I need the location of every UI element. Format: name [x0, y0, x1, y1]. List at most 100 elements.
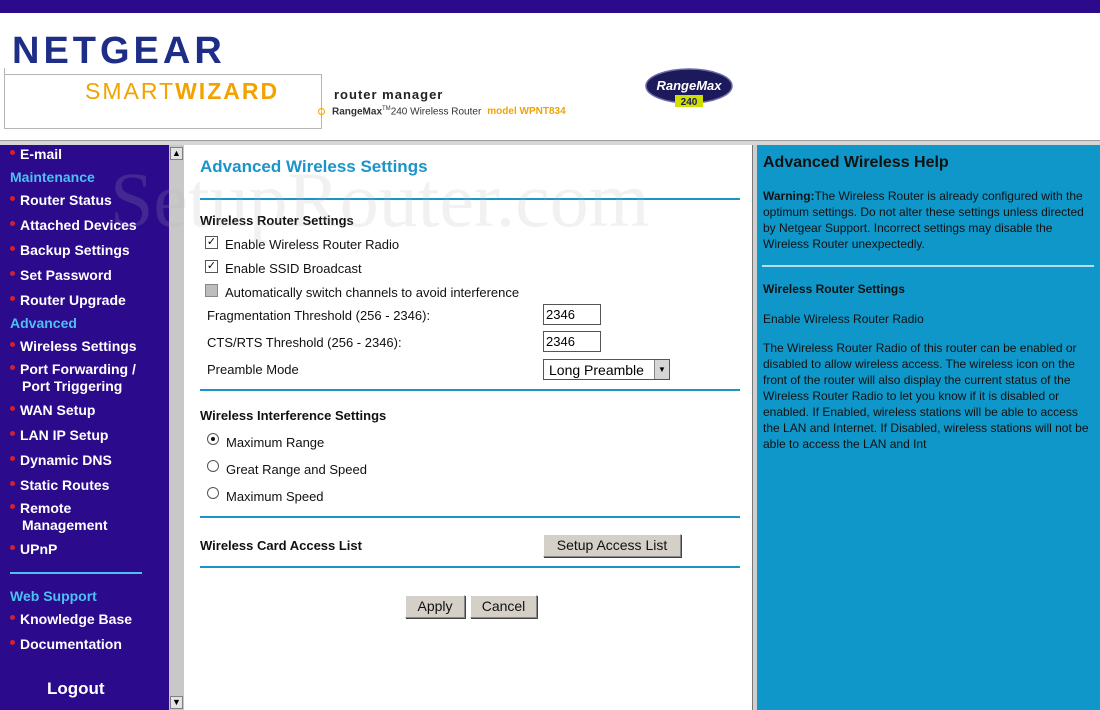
sidebar-divider	[10, 572, 142, 574]
bullet-icon	[10, 341, 15, 347]
access-list-title: Wireless Card Access List	[200, 538, 362, 553]
smart-text: SMART	[85, 78, 176, 104]
trademark-mark: TM	[382, 106, 391, 112]
top-bar	[0, 0, 1100, 13]
bullet-icon	[318, 108, 325, 116]
sidebar-item-remote-management[interactable]: Remote Management	[10, 500, 108, 534]
chevron-down-icon[interactable]: ▼	[654, 360, 669, 379]
product-title: router manager	[334, 87, 444, 102]
badge-number: 240	[681, 97, 698, 108]
logo-frame	[4, 74, 322, 75]
maximum-speed-radio[interactable]	[207, 487, 219, 499]
sidebar-item-label: Dynamic DNS	[20, 452, 112, 468]
frag-threshold-label: Fragmentation Threshold (256 - 2346):	[207, 308, 431, 323]
cancel-button[interactable]: Cancel	[470, 595, 537, 618]
auto-channel-label: Automatically switch channels to avoid i…	[225, 285, 520, 300]
sidebar-item-documentation[interactable]: Documentation	[10, 636, 122, 652]
logo-frame	[4, 68, 5, 129]
section-title-router-settings: Wireless Router Settings	[200, 213, 354, 228]
sidebar-item-label: Port Forwarding /	[20, 361, 136, 377]
product-model-line: RangeMaxTM240 Wireless Router model WPNT8…	[318, 106, 566, 117]
netgear-logo: NETGEAR	[12, 30, 226, 72]
great-range-speed-radio[interactable]	[207, 460, 219, 472]
enable-radio-label: Enable Wireless Router Radio	[225, 237, 400, 252]
wizard-text: WIZARD	[175, 78, 280, 104]
sidebar-item-wan-setup[interactable]: WAN Setup	[10, 402, 95, 418]
sidebar-item-label: UPnP	[20, 541, 58, 557]
scroll-up-arrow-icon[interactable]: ▲	[170, 147, 183, 160]
scroll-down-arrow-icon[interactable]: ▼	[170, 696, 183, 709]
sidebar-item-label: Wireless Settings	[20, 338, 137, 354]
sidebar-item-label: Remote	[20, 500, 72, 516]
product-name-rest: 240 Wireless Router	[390, 106, 482, 118]
enable-radio-checkbox[interactable]: ✓	[205, 236, 218, 249]
sidebar-item-router-upgrade[interactable]: Router Upgrade	[10, 292, 126, 308]
maximum-range-radio[interactable]	[207, 433, 219, 445]
sidebar-item-attached-devices[interactable]: Attached Devices	[10, 217, 137, 233]
bullet-icon	[10, 480, 15, 486]
bullet-icon	[10, 245, 15, 251]
enable-ssid-checkbox[interactable]: ✓	[205, 260, 218, 273]
sidebar-item-label: WAN Setup	[20, 402, 96, 418]
sidebar-item-label: Backup Settings	[20, 242, 130, 258]
sidebar-heading-maintenance: Maintenance	[10, 169, 95, 185]
bullet-icon	[10, 639, 15, 645]
cts-threshold-label: CTS/RTS Threshold (256 - 2346):	[207, 335, 402, 350]
cts-threshold-input[interactable]: 2346	[543, 331, 601, 352]
auto-channel-checkbox[interactable]	[205, 284, 218, 297]
logo-frame	[4, 128, 322, 129]
main-content	[184, 145, 752, 710]
bullet-icon	[10, 430, 15, 436]
sidebar-item-lan-ip-setup[interactable]: LAN IP Setup	[10, 427, 108, 443]
sidebar-item-label: Set Password	[20, 267, 112, 283]
sidebar-item-label: E-mail	[20, 146, 63, 162]
sidebar-heading-advanced: Advanced	[10, 315, 77, 331]
section-divider	[200, 198, 740, 200]
sidebar-item-static-routes[interactable]: Static Routes	[10, 477, 109, 493]
sidebar-item-label: Attached Devices	[20, 217, 137, 233]
sidebar-item-label: Static Routes	[20, 477, 110, 493]
sidebar-item-set-password[interactable]: Set Password	[10, 267, 112, 283]
bullet-icon	[10, 270, 15, 276]
smartwizard-logo: SMARTWIZARD	[85, 78, 279, 105]
sidebar-item-wireless-settings[interactable]: Wireless Settings	[10, 338, 137, 354]
sidebar-item-label: LAN IP Setup	[20, 427, 109, 443]
page-title: Advanced Wireless Settings	[200, 157, 428, 176]
sidebar-item-port-forwarding[interactable]: Port Forwarding / Port Triggering	[10, 361, 136, 395]
bullet-icon	[10, 149, 15, 155]
bullet-icon	[10, 195, 15, 201]
sidebar-item-email[interactable]: E-mail	[10, 146, 62, 162]
sidebar-scrollbar[interactable]	[169, 145, 184, 710]
bullet-icon	[10, 544, 15, 550]
preamble-mode-value: Long Preamble	[549, 362, 644, 378]
bullet-icon	[10, 455, 15, 461]
setup-access-list-button[interactable]: Setup Access List	[543, 534, 681, 557]
apply-button[interactable]: Apply	[405, 595, 465, 618]
enable-ssid-label: Enable SSID Broadcast	[225, 261, 362, 276]
product-name-bold: RangeMax	[332, 106, 383, 118]
section-title-interference: Wireless Interference Settings	[200, 408, 387, 423]
sidebar-item-router-status[interactable]: Router Status	[10, 192, 112, 208]
sidebar-item-knowledge-base[interactable]: Knowledge Base	[10, 611, 132, 627]
sidebar-item-dynamic-dns[interactable]: Dynamic DNS	[10, 452, 112, 468]
sidebar-item-upnp[interactable]: UPnP	[10, 541, 57, 557]
maximum-speed-label: Maximum Speed	[226, 489, 324, 504]
bullet-icon	[10, 405, 15, 411]
model-label: model WPNT834	[487, 106, 566, 118]
section-divider	[200, 516, 740, 518]
sidebar-item-label: Router Status	[20, 192, 112, 208]
sidebar-item-label-line2: Port Triggering	[22, 378, 123, 394]
sidebar-heading-web-support: Web Support	[10, 588, 97, 604]
logout-link[interactable]: Logout	[47, 679, 105, 699]
bullet-icon	[10, 364, 15, 370]
preamble-mode-label: Preamble Mode	[207, 362, 299, 377]
help-body: The Wireless Router Radio of this router…	[763, 341, 1089, 451]
sidebar-item-backup-settings[interactable]: Backup Settings	[10, 242, 130, 258]
bullet-icon	[10, 220, 15, 226]
maximum-range-label: Maximum Range	[226, 435, 325, 450]
preamble-mode-select[interactable]: Long Preamble ▼	[543, 359, 670, 380]
frag-threshold-input[interactable]: 2346	[543, 304, 601, 325]
bullet-icon	[10, 295, 15, 301]
help-subtitle: Wireless Router Settings	[763, 282, 905, 296]
great-range-speed-label: Great Range and Speed	[226, 462, 367, 477]
